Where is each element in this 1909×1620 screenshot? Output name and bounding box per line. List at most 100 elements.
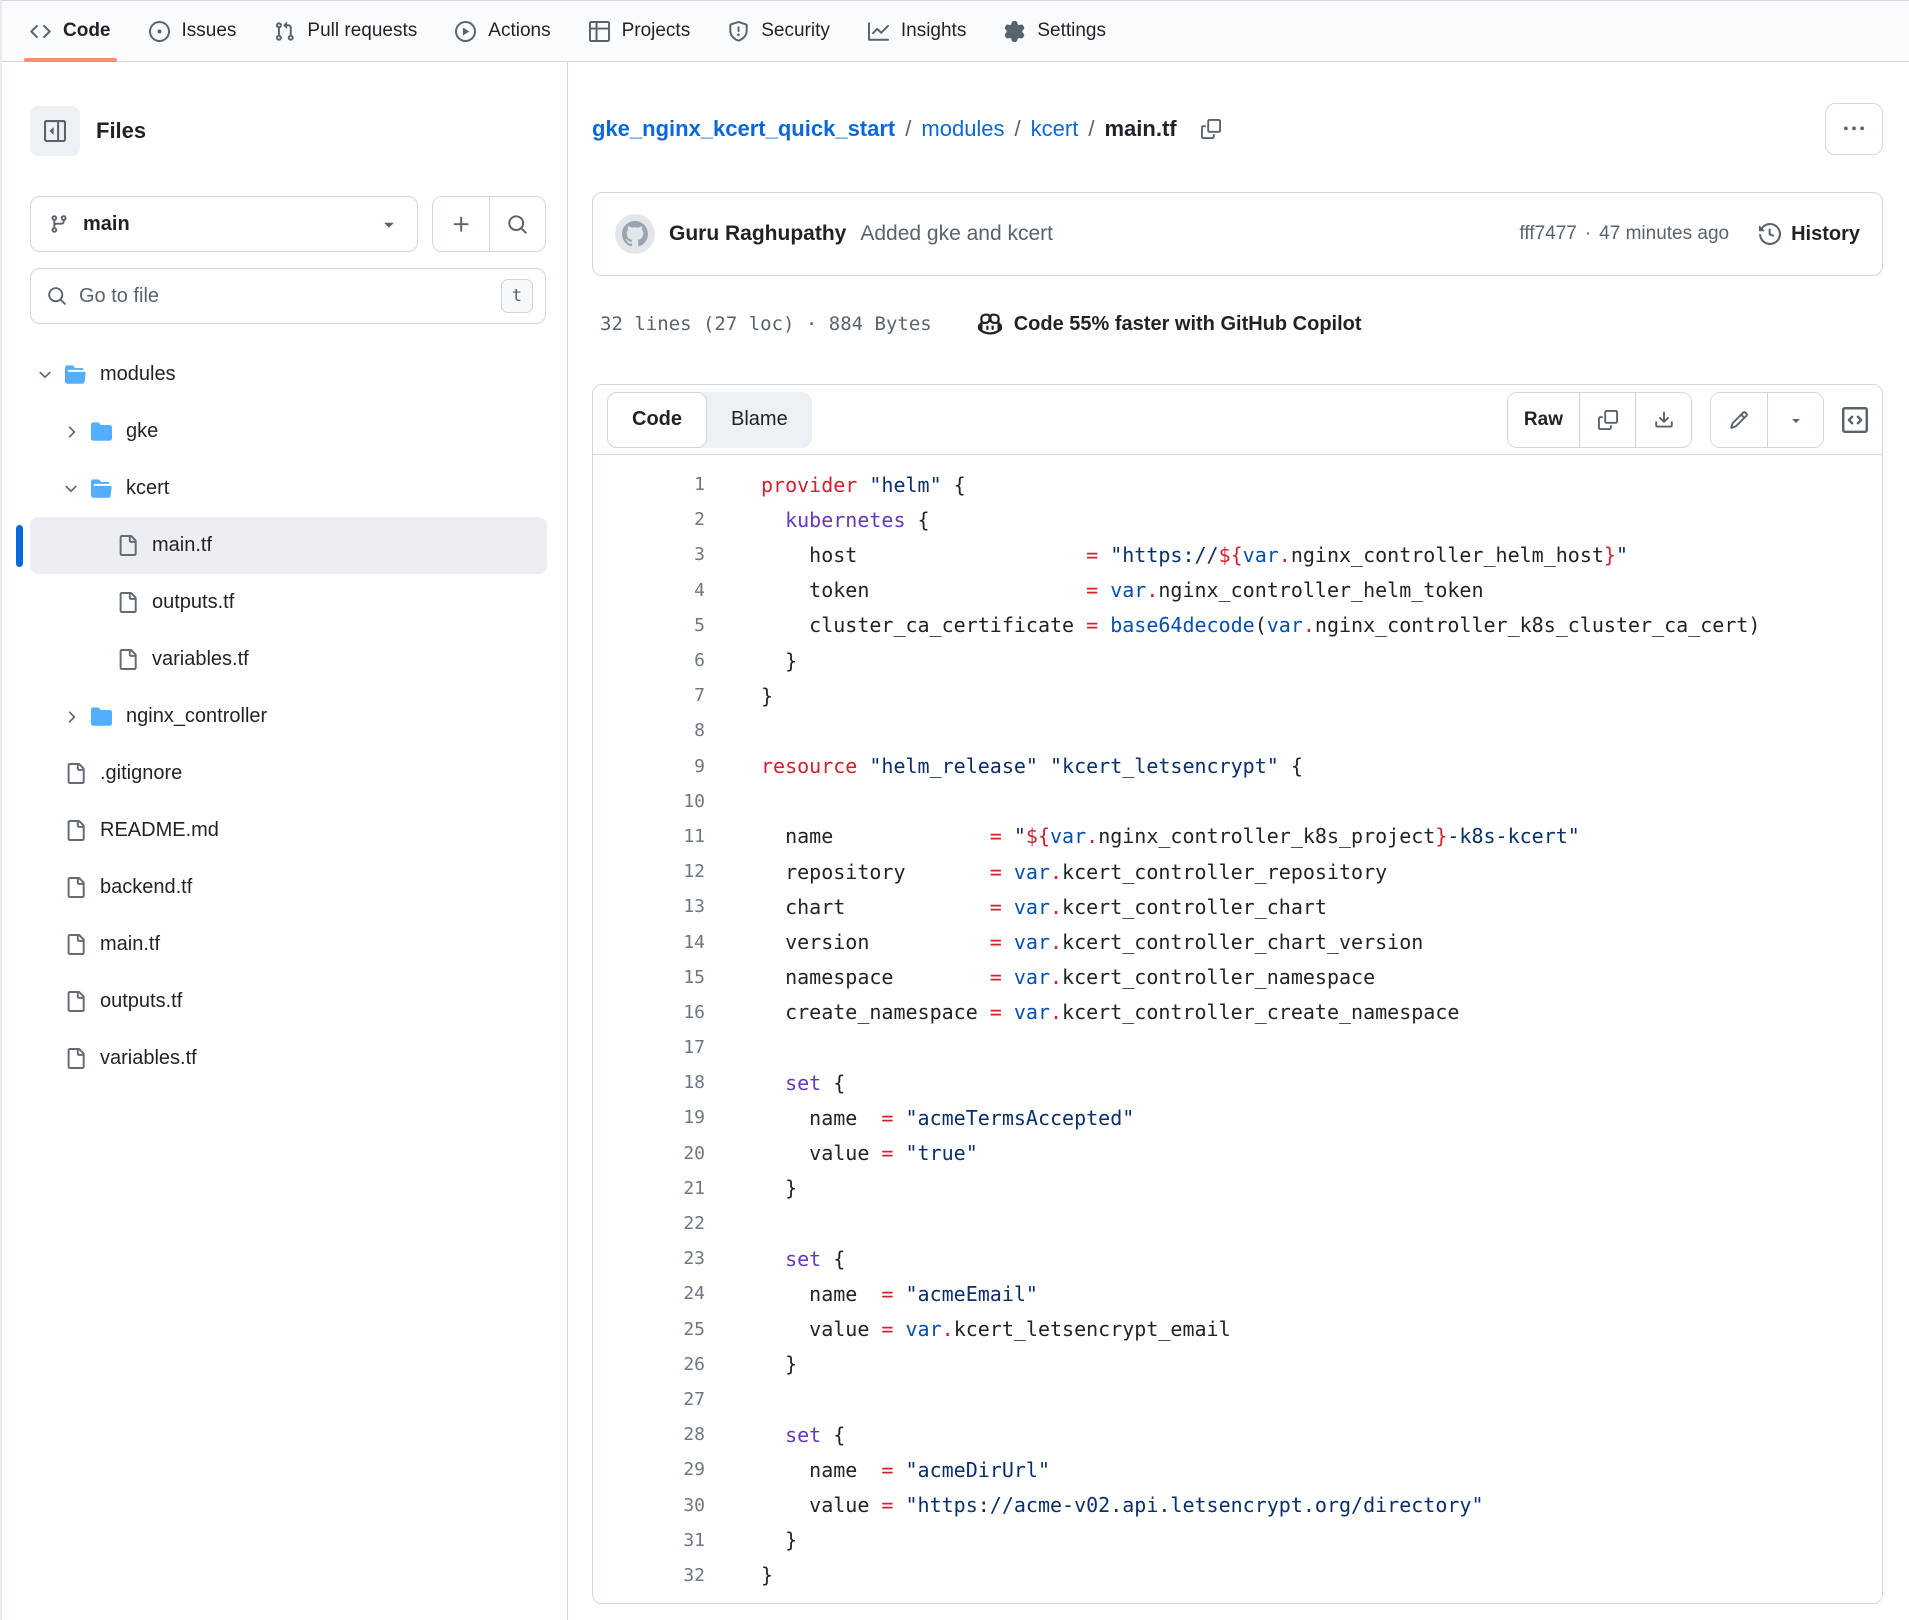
download-button[interactable] bbox=[1635, 393, 1691, 447]
line-number[interactable]: 18 bbox=[593, 1072, 705, 1093]
line-number[interactable]: 3 bbox=[593, 544, 705, 565]
code-line-content: set { bbox=[705, 1247, 845, 1271]
line-number[interactable]: 5 bbox=[593, 615, 705, 636]
code-line: 13 chart = var.kcert_controller_chart bbox=[593, 889, 1882, 924]
add-file-button[interactable] bbox=[433, 197, 489, 251]
line-number[interactable]: 6 bbox=[593, 650, 705, 671]
line-number[interactable]: 9 bbox=[593, 756, 705, 777]
files-header: Files bbox=[30, 106, 546, 156]
code-line-content: cluster_ca_certificate = base64decode(va… bbox=[705, 613, 1760, 637]
line-number[interactable]: 16 bbox=[593, 1002, 705, 1023]
file-icon-slot bbox=[60, 763, 90, 784]
line-number[interactable]: 7 bbox=[593, 685, 705, 706]
copilot-banner[interactable]: Code 55% faster with GitHub Copilot bbox=[978, 312, 1362, 336]
file-tree-item-kcert[interactable]: kcert bbox=[30, 460, 547, 517]
line-number[interactable]: 12 bbox=[593, 861, 705, 882]
line-number[interactable]: 31 bbox=[593, 1530, 705, 1551]
file-tree-item-backend.tf[interactable]: backend.tf bbox=[30, 859, 547, 916]
tab-label: Settings bbox=[1037, 20, 1106, 42]
file-viewer: Code Blame Raw 1provider "helm" bbox=[592, 384, 1883, 1604]
more-options-button[interactable] bbox=[1825, 103, 1883, 155]
line-number[interactable]: 24 bbox=[593, 1283, 705, 1304]
line-number[interactable]: 14 bbox=[593, 932, 705, 953]
line-number[interactable]: 1 bbox=[593, 474, 705, 495]
symbols-button[interactable] bbox=[1842, 407, 1868, 433]
copilot-label: Code 55% faster with GitHub Copilot bbox=[1014, 313, 1362, 336]
tab-insights[interactable]: Insights bbox=[854, 1, 980, 61]
line-number[interactable]: 20 bbox=[593, 1143, 705, 1164]
line-number[interactable]: 21 bbox=[593, 1178, 705, 1199]
tab-actions[interactable]: Actions bbox=[441, 1, 564, 61]
code-line-content: host = "https://${var.nginx_controller_h… bbox=[705, 543, 1628, 567]
line-number[interactable]: 32 bbox=[593, 1565, 705, 1586]
copy-path-button[interactable] bbox=[1201, 119, 1221, 139]
file-tree-item-gke[interactable]: gke bbox=[30, 403, 547, 460]
edit-button[interactable] bbox=[1711, 393, 1767, 447]
line-number[interactable]: 8 bbox=[593, 720, 705, 741]
commit-message[interactable]: Added gke and kcert bbox=[860, 222, 1053, 246]
file-tree-item-modules[interactable]: modules bbox=[30, 346, 547, 403]
line-number[interactable]: 10 bbox=[593, 791, 705, 812]
file-tree-item-main.tf[interactable]: main.tf bbox=[30, 517, 547, 574]
tab-code[interactable]: Code bbox=[607, 392, 707, 448]
breadcrumb-repo-link[interactable]: gke_nginx_kcert_quick_start bbox=[592, 116, 895, 142]
search-code-button[interactable] bbox=[489, 197, 545, 251]
avatar[interactable] bbox=[615, 214, 655, 254]
tab-projects[interactable]: Projects bbox=[575, 1, 705, 61]
tab-settings[interactable]: Settings bbox=[990, 1, 1120, 61]
edit-menu-button[interactable] bbox=[1767, 393, 1823, 447]
code-line: 9resource "helm_release" "kcert_letsencr… bbox=[593, 749, 1882, 784]
tab-security[interactable]: Security bbox=[714, 1, 844, 61]
file-tree-item-variables.tf[interactable]: variables.tf bbox=[30, 631, 547, 688]
line-number[interactable]: 17 bbox=[593, 1037, 705, 1058]
tab-blame[interactable]: Blame bbox=[707, 392, 812, 448]
copilot-icon bbox=[978, 312, 1002, 336]
code-line-content: chart = var.kcert_controller_chart bbox=[705, 895, 1327, 919]
line-number[interactable]: 2 bbox=[593, 509, 705, 530]
tab-code[interactable]: Code bbox=[16, 1, 125, 61]
tab-issues[interactable]: Issues bbox=[135, 1, 251, 61]
line-number[interactable]: 22 bbox=[593, 1213, 705, 1234]
page-layout: Files main t modulesgkekcertmain.tfoutpu… bbox=[2, 62, 1909, 1620]
branch-selector[interactable]: main bbox=[30, 196, 418, 252]
tab-pull-requests[interactable]: Pull requests bbox=[260, 1, 431, 61]
line-number[interactable]: 19 bbox=[593, 1107, 705, 1128]
file-tree-item-outputs.tf[interactable]: outputs.tf bbox=[30, 574, 547, 631]
line-number[interactable]: 30 bbox=[593, 1495, 705, 1516]
line-number[interactable]: 27 bbox=[593, 1389, 705, 1410]
breadcrumb-link-kcert[interactable]: kcert bbox=[1031, 116, 1079, 142]
tab-label: Pull requests bbox=[307, 20, 417, 42]
history-link[interactable]: History bbox=[1759, 223, 1860, 246]
line-number[interactable]: 4 bbox=[593, 580, 705, 601]
file-tree-item-label: variables.tf bbox=[152, 648, 249, 671]
code-line: 2 kubernetes { bbox=[593, 502, 1882, 537]
file-tree-item-variables.tf[interactable]: variables.tf bbox=[30, 1030, 547, 1087]
code-icon bbox=[30, 21, 51, 42]
file-tree-item-outputs.tf[interactable]: outputs.tf bbox=[30, 973, 547, 1030]
collapse-sidebar-button[interactable] bbox=[30, 106, 80, 156]
line-number[interactable]: 11 bbox=[593, 826, 705, 847]
repo-tab-nav: CodeIssuesPull requestsActionsProjectsSe… bbox=[2, 1, 1909, 62]
line-number[interactable]: 15 bbox=[593, 967, 705, 988]
file-icon-slot bbox=[60, 934, 90, 955]
code-line-content: namespace = var.kcert_controller_namespa… bbox=[705, 965, 1375, 989]
file-tree-item-nginx_controller[interactable]: nginx_controller bbox=[30, 688, 547, 745]
commit-author[interactable]: Guru Raghupathy bbox=[669, 222, 846, 246]
line-number[interactable]: 13 bbox=[593, 896, 705, 917]
line-number[interactable]: 29 bbox=[593, 1459, 705, 1480]
raw-button[interactable]: Raw bbox=[1508, 393, 1579, 447]
go-to-file-input[interactable] bbox=[79, 285, 489, 308]
code-line-content: set { bbox=[705, 1423, 845, 1447]
file-tree-item-main.tf[interactable]: main.tf bbox=[30, 916, 547, 973]
search-icon bbox=[507, 214, 528, 235]
breadcrumb-link-modules[interactable]: modules bbox=[921, 116, 1004, 142]
caret-icon bbox=[379, 214, 399, 234]
line-number[interactable]: 23 bbox=[593, 1248, 705, 1269]
line-number[interactable]: 28 bbox=[593, 1424, 705, 1445]
tab-label: Issues bbox=[182, 20, 237, 42]
file-tree-item-README.md[interactable]: README.md bbox=[30, 802, 547, 859]
line-number[interactable]: 26 bbox=[593, 1354, 705, 1375]
file-tree-item-.gitignore[interactable]: .gitignore bbox=[30, 745, 547, 802]
line-number[interactable]: 25 bbox=[593, 1319, 705, 1340]
copy-raw-button[interactable] bbox=[1579, 393, 1635, 447]
